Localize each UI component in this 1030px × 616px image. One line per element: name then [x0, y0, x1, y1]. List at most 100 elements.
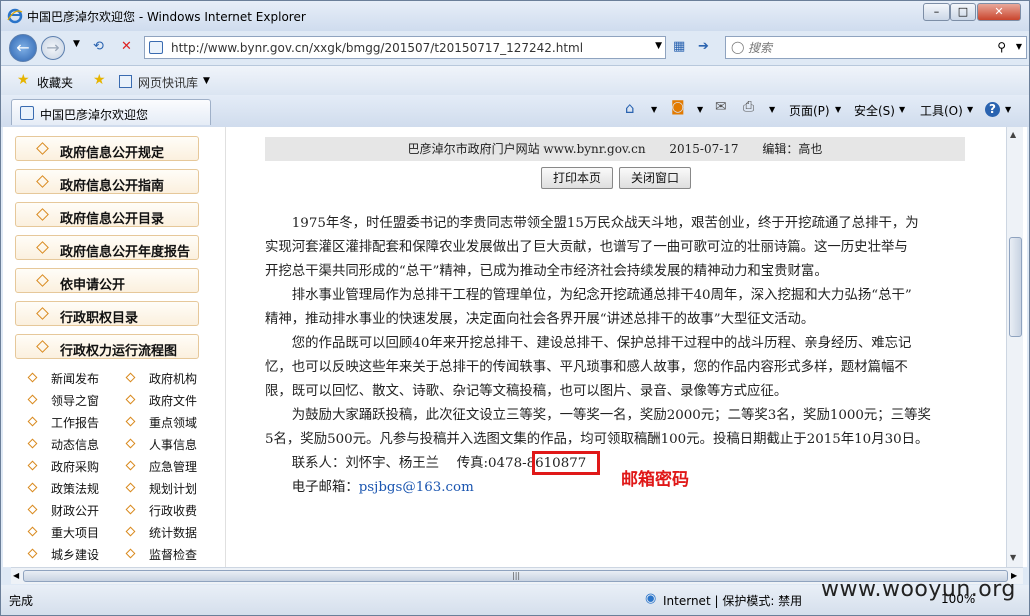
sidebar-link[interactable]: 重点领域	[125, 414, 198, 431]
feeds-dropdown-icon[interactable]: ▼	[697, 105, 703, 114]
sidebar-btn-5[interactable]: 行政职权目录	[15, 301, 199, 326]
go-icon[interactable]: ➔	[698, 39, 709, 54]
diamond-icon	[125, 460, 136, 471]
sidebar-link[interactable]: 政府机构	[125, 370, 198, 387]
stop-icon[interactable]: ✕	[121, 39, 132, 54]
home-icon[interactable]: ⌂	[625, 99, 635, 117]
sidebar-btn-label: 政府信息公开年度报告	[60, 245, 191, 260]
search-input[interactable]	[748, 40, 998, 55]
minimize-button[interactable]: –	[923, 3, 950, 21]
help-icon[interactable]: ?	[985, 102, 1000, 117]
search-box[interactable]: ◯ ⚲ ▼	[725, 36, 1027, 59]
home-dropdown-icon[interactable]: ▼	[651, 105, 657, 114]
favorites-button[interactable]: 收藏夹	[37, 74, 73, 91]
ie-logo-icon	[7, 8, 23, 24]
sidebar-link[interactable]: 统计数据	[125, 524, 197, 541]
sidebar-btn-4[interactable]: 依申请公开	[15, 268, 199, 293]
tab-page-icon	[20, 106, 34, 120]
sidebar-btn-6[interactable]: 行政权力运行流程图	[15, 334, 199, 359]
back-button[interactable]: ←	[9, 34, 37, 62]
article-line: 忆，也可以反映这些年来关于总排干的传闻轶事、平凡琐事和感人故事，您的作品内容形式…	[265, 360, 908, 375]
history-dropdown-icon[interactable]: ▼	[73, 39, 80, 49]
address-dropdown-icon[interactable]: ▼	[655, 41, 662, 51]
sidebar-link[interactable]: 城乡建设	[27, 546, 99, 563]
sidebar-btn-label: 政府信息公开目录	[60, 212, 165, 227]
sidebar: 政府信息公开规定 政府信息公开指南 政府信息公开目录 政府信息公开年度报告 依申…	[3, 127, 213, 567]
search-icon[interactable]: ⚲	[997, 40, 1006, 54]
sidebar-link[interactable]: 行政收费	[125, 502, 197, 519]
sidebar-link[interactable]: 政府文件	[125, 392, 197, 409]
link-label: 重大项目	[51, 526, 100, 540]
safety-dropdown-icon[interactable]: ▼	[899, 105, 905, 114]
status-text: 完成	[9, 594, 34, 608]
search-dropdown-icon[interactable]: ▼	[1016, 42, 1022, 51]
link-label: 政策法规	[51, 482, 100, 496]
compat-view-icon[interactable]: ▦	[673, 39, 685, 54]
sidebar-link[interactable]: 人事信息	[125, 436, 197, 453]
sidebar-link[interactable]: 动态信息	[27, 436, 99, 453]
safety-menu[interactable]: 安全(S)	[854, 102, 895, 119]
refresh-icon[interactable]: ⟲	[93, 39, 104, 54]
link-label: 重点领域	[149, 416, 198, 430]
sidebar-btn-2[interactable]: 政府信息公开目录	[15, 202, 199, 227]
scroll-up-icon[interactable]: ▲	[1010, 130, 1016, 139]
scroll-down-icon[interactable]: ▼	[1010, 553, 1016, 562]
diamond-icon	[36, 241, 49, 254]
browser-window: 中国巴彦淖尔欢迎您 - Windows Internet Explorer – …	[0, 0, 1030, 616]
favorites-star-icon[interactable]: ★	[17, 72, 30, 88]
sidebar-btn-1[interactable]: 政府信息公开指南	[15, 169, 199, 194]
diamond-icon	[36, 208, 49, 221]
diamond-icon	[125, 372, 136, 383]
tools-menu[interactable]: 工具(O)	[920, 102, 963, 119]
diamond-icon	[27, 372, 38, 383]
email-link[interactable]: psjbgs@163.com	[359, 480, 474, 495]
link-label: 政府机构	[149, 372, 198, 386]
scroll-left-icon[interactable]: ◀	[13, 571, 19, 580]
sidebar-btn-0[interactable]: 政府信息公开规定	[15, 136, 199, 161]
article-date: 2015-07-17	[669, 142, 739, 156]
close-button[interactable]: ✕	[977, 3, 1021, 21]
print-icon[interactable]: ⎙	[743, 99, 754, 115]
close-window-button[interactable]: 关闭窗口	[619, 167, 691, 189]
print-dropdown-icon[interactable]: ▼	[769, 105, 775, 114]
sidebar-link[interactable]: 规划计划	[125, 480, 197, 497]
search-provider-icon: ◯	[731, 40, 745, 54]
sidebar-link[interactable]: 工作报告	[27, 414, 99, 431]
add-favorite-icon[interactable]: ★	[93, 72, 106, 88]
web-slice-gallery[interactable]: 网页快讯库	[138, 74, 198, 91]
forward-button[interactable]: →	[41, 36, 65, 60]
sidebar-link[interactable]: 新闻发布	[27, 370, 99, 387]
address-bar[interactable]: http://www.bynr.gov.cn/xxgk/bmgg/201507/…	[144, 36, 666, 59]
article-editor: 编辑：高也	[762, 142, 823, 156]
sidebar-btn-label: 依申请公开	[60, 278, 126, 293]
tools-dropdown-icon[interactable]: ▼	[967, 105, 973, 114]
sidebar-link[interactable]: 政策法规	[27, 480, 100, 497]
diamond-icon	[27, 460, 38, 471]
article-content: 巴彦淖尔市政府门户网站 www.bynr.gov.cn 2015-07-17 编…	[265, 127, 965, 567]
maximize-button[interactable]: □	[950, 3, 976, 21]
tab-active[interactable]: 中国巴彦淖尔欢迎您	[11, 99, 211, 125]
page-dropdown-icon[interactable]: ▼	[835, 105, 841, 114]
mail-icon[interactable]: ✉	[715, 99, 727, 115]
column-divider	[225, 127, 255, 567]
slice-dropdown-icon[interactable]: ▼	[203, 76, 210, 86]
vertical-scroll-thumb[interactable]	[1009, 237, 1022, 337]
page-menu[interactable]: 页面(P)	[789, 102, 830, 119]
sidebar-link[interactable]: 政府采购	[27, 458, 99, 475]
diamond-icon	[27, 548, 38, 559]
diamond-icon	[27, 394, 38, 405]
diamond-icon	[125, 438, 136, 449]
vertical-scrollbar[interactable]: ▲ ▼	[1006, 127, 1023, 567]
print-page-button[interactable]: 打印本页	[541, 167, 613, 189]
sidebar-link[interactable]: 监督检查	[125, 546, 197, 563]
url-text[interactable]: http://www.bynr.gov.cn/xxgk/bmgg/201507/…	[171, 41, 583, 55]
feeds-icon[interactable]: ◙	[671, 99, 685, 115]
zone-text[interactable]: Internet | 保护模式: 禁用	[663, 592, 802, 609]
sidebar-link[interactable]: 重大项目	[27, 524, 100, 541]
annotation-label: 邮箱密码	[621, 470, 689, 490]
sidebar-link[interactable]: 领导之窗	[27, 392, 99, 409]
help-dropdown-icon[interactable]: ▼	[1005, 105, 1011, 114]
sidebar-link[interactable]: 应急管理	[125, 458, 197, 475]
sidebar-link[interactable]: 财政公开	[27, 502, 99, 519]
sidebar-btn-3[interactable]: 政府信息公开年度报告	[15, 235, 199, 260]
